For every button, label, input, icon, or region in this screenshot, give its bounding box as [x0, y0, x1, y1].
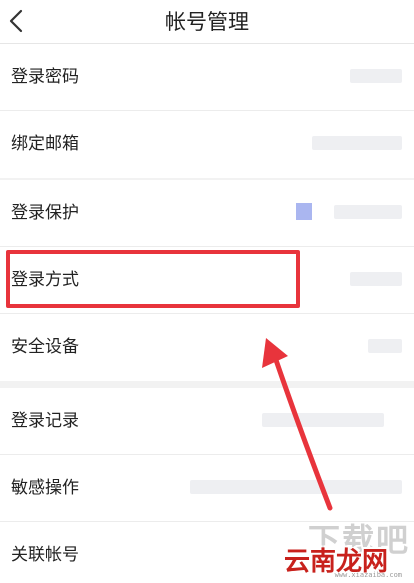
row-label: 登录密码: [11, 67, 79, 87]
row-bind-email[interactable]: 绑定邮箱: [0, 111, 414, 178]
row-login-protection[interactable]: 登录保护: [0, 180, 414, 247]
row-value-blurred: [368, 339, 402, 353]
highlight-box: [6, 250, 300, 308]
row-value-blurred: [296, 203, 402, 220]
row-value-blurred: [350, 69, 402, 83]
watermark: 下载吧 云南龙网 www.xiazaiba.com: [270, 515, 410, 579]
row-label: 登录记录: [11, 411, 79, 431]
nav-bar: 帐号管理: [0, 0, 414, 44]
row-label: 安全设备: [11, 337, 79, 357]
row-value-blurred: [190, 480, 402, 494]
row-value-blurred: [262, 413, 384, 427]
row-label: 绑定邮箱: [11, 134, 79, 154]
row-value-blurred: [350, 272, 402, 286]
watermark-url: www.xiazaiba.com: [334, 571, 402, 579]
row-value-blurred: [312, 136, 402, 150]
row-login-password[interactable]: 登录密码: [0, 44, 414, 111]
row-security-device[interactable]: 安全设备: [0, 314, 414, 381]
row-login-records[interactable]: 登录记录: [0, 388, 414, 455]
row-sensitive-operations[interactable]: 敏感操作: [0, 455, 414, 522]
row-label: 关联帐号: [11, 545, 79, 565]
row-label: 登录保护: [11, 203, 79, 223]
settings-group-1: 登录密码 绑定邮箱: [0, 44, 414, 178]
page-title: 帐号管理: [165, 10, 249, 34]
row-label: 敏感操作: [11, 478, 79, 498]
